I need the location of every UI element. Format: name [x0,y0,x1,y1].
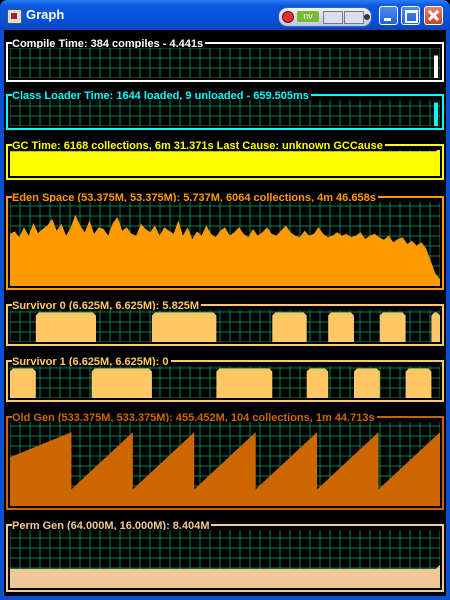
survivor-0-graph [10,310,440,342]
java-app-icon[interactable] [7,9,22,24]
class-loader-time-series [434,102,438,126]
class-loader-time-graph [10,100,440,126]
window-frame-bottom[interactable] [0,596,450,600]
graph-window: Graph nv Compile Time: 384 compiles - 4.… [0,0,450,600]
gc-time-series [10,150,440,176]
graph-background [10,48,440,78]
graph-background [10,100,440,126]
window-title: Graph [26,7,65,22]
maximize-button[interactable] [401,6,420,25]
minimize-button[interactable] [379,6,398,25]
survivor-1-graph [10,366,440,398]
gc-time-graph [10,150,440,176]
tray-toolbar: nv [278,7,372,27]
screen-icon[interactable] [344,11,364,24]
window-frame-right[interactable] [446,30,450,600]
eden-space-graph [10,202,440,286]
menu-dot-icon[interactable] [364,14,370,20]
compile-time-series [434,55,438,78]
window-frame-left[interactable] [0,30,4,600]
record-icon[interactable] [282,11,294,23]
title-bar[interactable]: Graph nv [0,0,450,30]
compile-time-graph [10,48,440,78]
display-toggle-icon[interactable] [323,11,343,24]
close-button[interactable] [424,6,443,25]
old-gen-graph [10,422,440,506]
nvidia-icon[interactable]: nv [297,11,319,22]
perm-gen-graph [10,530,440,588]
